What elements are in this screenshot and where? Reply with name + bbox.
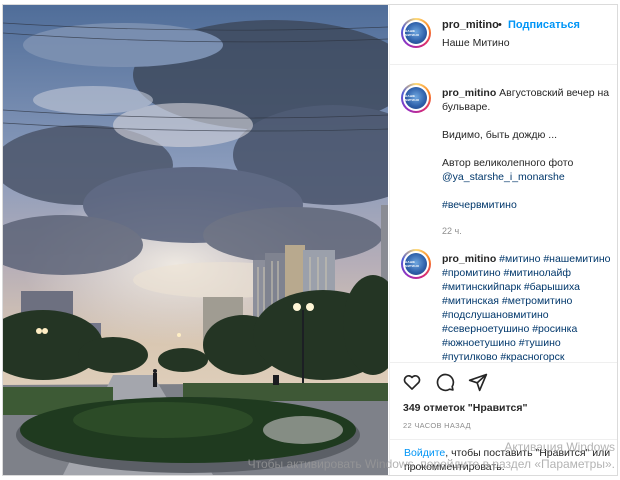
follow-button[interactable]: Подписаться (508, 19, 580, 31)
comment-hashtags[interactable]: #митино #нашемитино #промитино #митинола… (442, 253, 610, 362)
watermark-line-1: Активация Windows (504, 440, 615, 454)
comment-username[interactable]: pro_mitino (442, 253, 496, 265)
hashtag-link[interactable]: #вечервмитино (442, 198, 617, 212)
caption-time[interactable]: 22 ч. (442, 224, 617, 238)
instagram-post-embed: НАШЕ МИТИНО pro_mitino • Подписаться Наш… (2, 4, 618, 476)
profile-avatar[interactable]: НАШЕ МИТИНО (401, 18, 431, 48)
post-actions: 349 отметок "Нравится" 22 ЧАСОВ НАЗАД (390, 362, 617, 442)
post-photo[interactable] (3, 5, 388, 475)
comment-avatar[interactable]: НАШЕ МИТИНО (401, 249, 431, 279)
post-header: НАШЕ МИТИНО pro_mitino • Подписаться Наш… (390, 5, 617, 65)
likes-count[interactable]: 349 отметок "Нравится" (403, 402, 527, 414)
caption-avatar[interactable]: НАШЕ МИТИНО (401, 83, 431, 113)
post-location[interactable]: Наше Митино (442, 37, 510, 49)
separator-dot: • (498, 19, 502, 31)
heart-icon[interactable] (402, 372, 422, 392)
comments-list[interactable]: НАШЕ МИТИНО pro_mitino Августовский вече… (390, 66, 617, 362)
watermark-line-2: Чтобы активировать Windows, перейдите в … (247, 457, 615, 471)
comment-icon[interactable] (435, 372, 455, 392)
paper-plane-icon[interactable] (468, 372, 488, 392)
windows-activation-watermark: Активация Windows Чтобы активировать Win… (248, 439, 615, 473)
author-mention-link[interactable]: @ya_starshe_i_monarshe (442, 170, 617, 184)
caption-line-2: Видимо, быть дождю ... (442, 129, 558, 141)
profile-username[interactable]: pro_mitino (442, 19, 499, 31)
post-timestamp[interactable]: 22 ЧАСОВ НАЗАД (403, 421, 471, 430)
caption-line-3: Автор великолепного фото (442, 157, 574, 169)
post-side-panel: НАШЕ МИТИНО pro_mitino • Подписаться Наш… (389, 5, 617, 475)
caption-username[interactable]: pro_mitino (442, 87, 496, 99)
